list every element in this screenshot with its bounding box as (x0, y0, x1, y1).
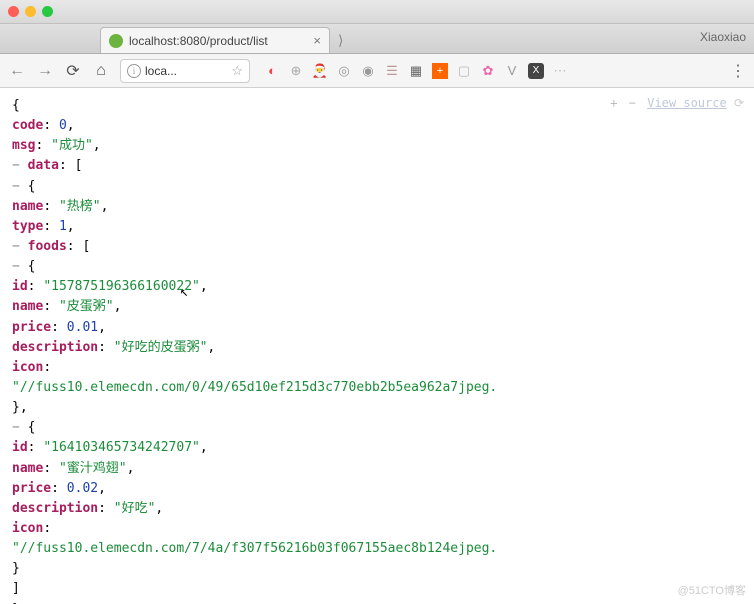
json-key: name (12, 299, 43, 314)
json-key: name (12, 461, 43, 476)
traffic-lights (8, 6, 53, 17)
json-key: description (12, 501, 98, 516)
eye-ext-icon[interactable]: ◉ (360, 63, 376, 79)
reload-button[interactable]: ⟳ (64, 61, 82, 81)
collapse-all-button[interactable]: − (629, 96, 636, 110)
view-source-toolbar: + − View source ⟳ (604, 92, 750, 115)
spring-favicon (109, 34, 123, 48)
watermark-text: @51CTO博客 (678, 582, 746, 598)
json-value: 0.02 (67, 481, 98, 496)
forward-button[interactable]: → (36, 62, 54, 80)
collapse-toggle[interactable]: − (12, 239, 20, 254)
new-tab-button[interactable]: ⟩ (338, 32, 343, 49)
plus-ext-icon[interactable]: + (432, 63, 448, 79)
json-value: 0.01 (67, 320, 98, 335)
x-ext-icon[interactable]: X (528, 63, 544, 79)
json-value: "157875196366160022" (43, 279, 200, 294)
home-button[interactable]: ⌂ (92, 62, 110, 80)
json-key: price (12, 320, 51, 335)
json-value: 1 (59, 219, 67, 234)
tab-title: localhost:8080/product/list (129, 34, 307, 48)
collapse-toggle[interactable]: − (12, 259, 20, 274)
json-key: id (12, 279, 28, 294)
qr-ext-icon[interactable]: ▦ (408, 63, 424, 79)
json-value: "164103465734242707" (43, 440, 200, 455)
browser-menu-button[interactable]: ⋮ (730, 61, 746, 81)
view-source-link[interactable]: View source (647, 96, 726, 110)
expand-all-button[interactable]: + (610, 96, 617, 110)
gray-ext-icon[interactable]: ▢ (456, 63, 472, 79)
maximize-window-button[interactable] (42, 6, 53, 17)
json-value: 0 (59, 118, 67, 133)
json-key: msg (12, 138, 35, 153)
chrome-ext-icon[interactable]: ◎ (336, 63, 352, 79)
json-key: type (12, 219, 43, 234)
list-ext-icon[interactable]: ☰ (384, 63, 400, 79)
back-button[interactable]: ← (8, 62, 26, 80)
tab-strip: localhost:8080/product/list × ⟩ Xiaoxiao (0, 24, 754, 54)
json-tree[interactable]: { code: 0, msg: "成功", − data: [ − { name… (12, 96, 742, 604)
santa-ext-icon[interactable]: 🎅 (312, 63, 328, 79)
json-value: "//fuss10.elemecdn.com/7/4a/f307f56216b0… (12, 541, 497, 556)
browser-toolbar: ← → ⟳ ⌂ i loca... ☆ ◐ ⊕ 🎅 ◎ ◉ ☰ ▦ + ▢ ✿ … (0, 54, 754, 88)
json-value: "热榜" (59, 199, 101, 214)
flower-ext-icon[interactable]: ✿ (480, 63, 496, 79)
close-window-button[interactable] (8, 6, 19, 17)
json-key: name (12, 199, 43, 214)
json-key: code (12, 118, 43, 133)
json-value: "好吃的皮蛋粥" (114, 340, 208, 355)
profile-label[interactable]: Xiaoxiao (700, 30, 746, 44)
json-viewer: + − View source ⟳ { code: 0, msg: "成功", … (0, 88, 754, 604)
dots-ext-icon[interactable]: ⋯ (552, 63, 568, 79)
window-titlebar (0, 0, 754, 24)
json-key: data (28, 158, 59, 173)
address-bar[interactable]: i loca... ☆ (120, 59, 250, 83)
globe-ext-icon[interactable]: ⊕ (288, 63, 304, 79)
json-value: "好吃" (114, 501, 156, 516)
json-value: "皮蛋粥" (59, 299, 114, 314)
minimize-window-button[interactable] (25, 6, 36, 17)
v-ext-icon[interactable]: V (504, 63, 520, 79)
json-value: "成功" (51, 138, 93, 153)
collapse-toggle[interactable]: − (12, 158, 20, 173)
json-key: id (12, 440, 28, 455)
json-key: icon (12, 360, 43, 375)
close-tab-icon[interactable]: × (313, 33, 321, 48)
bookmark-star-icon[interactable]: ☆ (231, 63, 243, 79)
site-info-icon[interactable]: i (127, 64, 141, 78)
collapse-toggle[interactable]: − (12, 179, 20, 194)
json-key: description (12, 340, 98, 355)
collapse-toggle[interactable]: − (12, 420, 20, 435)
json-key: price (12, 481, 51, 496)
opera-ext-icon[interactable]: ◐ (264, 63, 280, 79)
json-value: "//fuss10.elemecdn.com/0/49/65d10ef215d3… (12, 380, 497, 395)
browser-tab[interactable]: localhost:8080/product/list × (100, 27, 330, 53)
extension-icons: ◐ ⊕ 🎅 ◎ ◉ ☰ ▦ + ▢ ✿ V X ⋯ (264, 63, 568, 79)
json-value: "蜜汁鸡翅" (59, 461, 127, 476)
url-text: loca... (145, 64, 227, 78)
json-key: icon (12, 521, 43, 536)
json-key: foods (28, 239, 67, 254)
